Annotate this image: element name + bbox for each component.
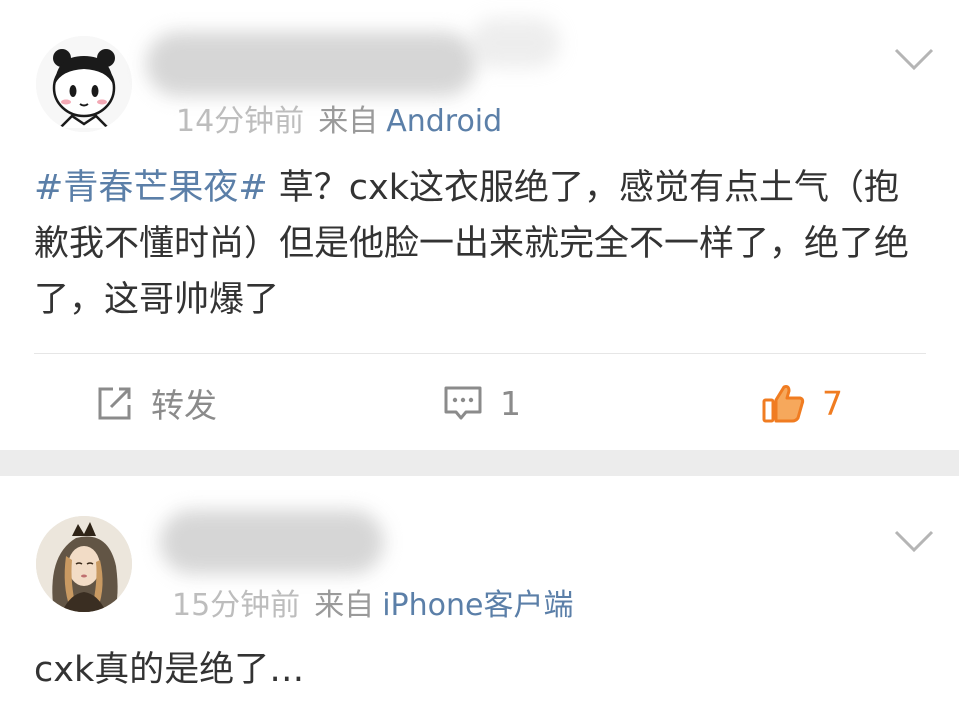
repost-label: 转发 bbox=[151, 386, 217, 425]
chevron-down-icon[interactable] bbox=[893, 46, 935, 72]
source-prefix: 来自 bbox=[318, 104, 379, 139]
source-device[interactable]: Android bbox=[386, 104, 502, 139]
comment-text: cxk真的是绝了… bbox=[34, 642, 926, 698]
divider bbox=[34, 353, 926, 354]
chevron-down-icon[interactable] bbox=[893, 528, 935, 554]
comment-meta: 15分钟前 来自 iPhone客户端 bbox=[172, 580, 573, 624]
hashtag-link[interactable]: #青春芒果夜# bbox=[34, 168, 268, 208]
repost-icon bbox=[98, 387, 131, 420]
avatar[interactable] bbox=[36, 516, 132, 612]
thumbs-up-icon bbox=[762, 385, 805, 423]
comment-text: #青春芒果夜# 草？cxk这衣服绝了，感觉有点土气（抱歉我不懂时尚）但是他脸一出… bbox=[34, 160, 926, 328]
source-device[interactable]: iPhone客户端 bbox=[382, 588, 573, 623]
comment-count: 1 bbox=[500, 383, 521, 423]
comment-meta: 14分钟前 来自 Android bbox=[176, 96, 502, 140]
timestamp: 14分钟前 bbox=[176, 104, 305, 139]
comment-button[interactable]: 1 bbox=[442, 378, 521, 428]
comment-icon bbox=[444, 386, 482, 420]
username-blurred-edge bbox=[470, 18, 560, 68]
avatar[interactable] bbox=[36, 36, 132, 132]
username-blurred[interactable] bbox=[160, 510, 384, 574]
comment-body: cxk真的是绝了… bbox=[34, 650, 305, 690]
timestamp: 15分钟前 bbox=[172, 588, 301, 623]
like-count: 7 bbox=[822, 383, 843, 423]
like-button[interactable]: 7 bbox=[762, 378, 843, 428]
card-separator bbox=[0, 450, 959, 476]
username-blurred[interactable] bbox=[146, 32, 476, 96]
source-prefix: 来自 bbox=[314, 588, 375, 623]
repost-button[interactable]: 转发 bbox=[95, 378, 217, 428]
